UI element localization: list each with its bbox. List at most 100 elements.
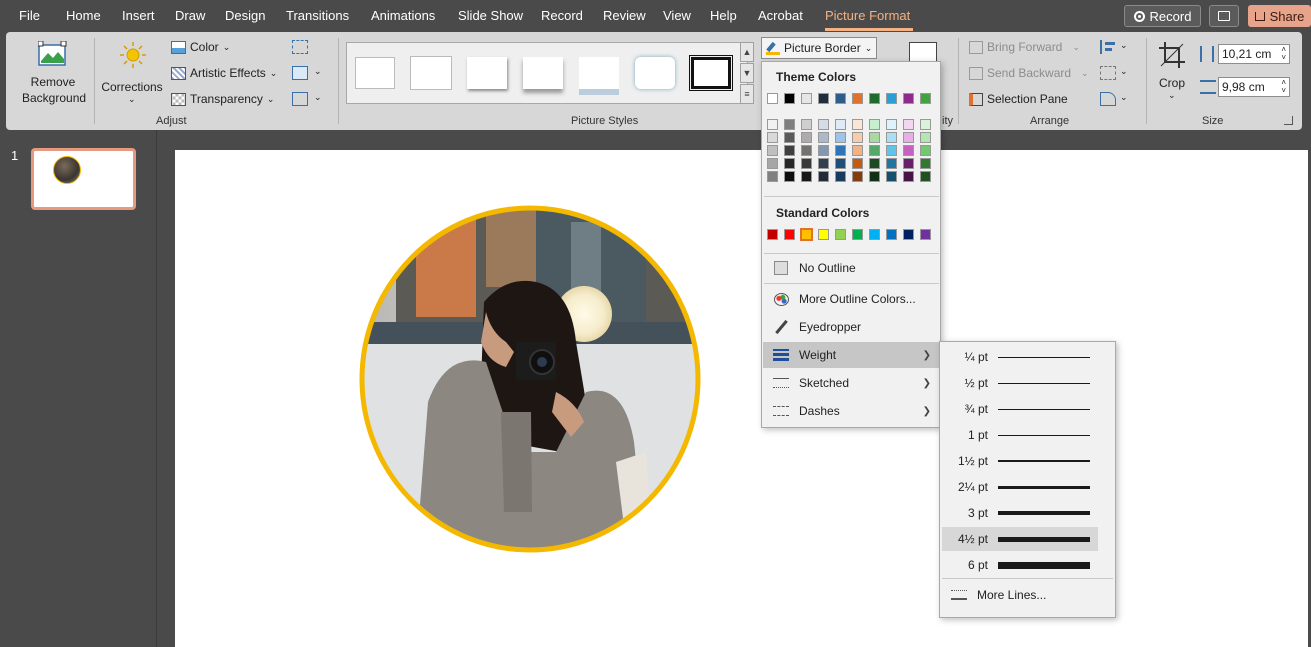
theme-color-shade-swatch[interactable] [767,132,778,143]
height-input[interactable]: 10,21 cm ˄ ˅ [1218,44,1290,64]
transparency-button[interactable]: Transparency ⌄ [171,92,274,106]
theme-color-shade-swatch[interactable] [886,132,897,143]
theme-color-shade-swatch[interactable] [869,119,880,130]
theme-color-shade-swatch[interactable] [835,132,846,143]
standard-color-swatch[interactable] [784,229,795,240]
theme-color-shade-swatch[interactable] [767,158,778,169]
weight-item[interactable]: Weight ❯ [763,342,939,368]
theme-color-shade-swatch[interactable] [784,171,795,182]
no-outline-item[interactable]: No Outline [763,255,939,281]
tab-insert[interactable]: Insert [122,8,155,23]
dashes-item[interactable]: Dashes ❯ [763,398,939,424]
theme-color-shade-swatch[interactable] [852,171,863,182]
theme-color-shade-swatch[interactable] [835,145,846,156]
theme-color-shade-swatch[interactable] [767,145,778,156]
standard-color-swatch[interactable] [920,229,931,240]
color-button[interactable]: Color ⌄ [171,40,230,54]
tab-picture-format[interactable]: Picture Format [825,8,910,23]
eyedropper-item[interactable]: Eyedropper [763,314,939,340]
picture-style-7[interactable] [689,55,733,91]
theme-color-shade-swatch[interactable] [920,145,931,156]
chevron-down-icon[interactable]: ⌄ [314,92,322,103]
theme-color-shade-swatch[interactable] [818,145,829,156]
theme-color-shade-swatch[interactable] [852,145,863,156]
theme-color-shade-swatch[interactable] [784,132,795,143]
slide-thumbnail[interactable] [31,148,136,210]
send-backward-button[interactable]: Send Backward ⌄ [969,66,1089,80]
theme-color-shade-swatch[interactable] [869,145,880,156]
theme-color-shade-swatch[interactable] [801,132,812,143]
size-dialog-launcher-icon[interactable] [1284,116,1293,125]
theme-color-shade-swatch[interactable] [852,132,863,143]
theme-color-shade-swatch[interactable] [818,171,829,182]
circular-picture[interactable] [356,202,704,556]
remove-background-button[interactable]: Remove Background [14,38,92,108]
compress-pictures-icon[interactable] [292,40,308,54]
slide-canvas[interactable] [175,150,1308,647]
theme-color-shade-swatch[interactable] [903,171,914,182]
theme-color-shade-swatch[interactable] [801,119,812,130]
weight-option[interactable]: 3 pt [942,501,1098,525]
tab-transitions[interactable]: Transitions [286,8,349,23]
theme-color-shade-swatch[interactable] [784,119,795,130]
theme-color-shade-swatch[interactable] [835,158,846,169]
theme-color-shade-swatch[interactable] [835,171,846,182]
picture-style-2[interactable] [411,57,451,89]
standard-color-swatch[interactable] [869,229,880,240]
tab-animations[interactable]: Animations [371,8,435,23]
tab-acrobat[interactable]: Acrobat [758,8,803,23]
standard-color-swatch[interactable] [903,229,914,240]
standard-color-swatch[interactable] [835,229,846,240]
theme-color-shade-swatch[interactable] [920,132,931,143]
change-picture-icon[interactable] [292,66,308,80]
theme-color-swatch[interactable] [784,93,795,104]
theme-color-shade-swatch[interactable] [818,132,829,143]
weight-option[interactable]: ¾ pt [942,397,1098,421]
tab-record[interactable]: Record [541,8,583,23]
theme-color-swatch[interactable] [903,93,914,104]
theme-color-shade-swatch[interactable] [903,119,914,130]
gallery-up-arrow[interactable]: ▲ [740,42,754,62]
theme-color-shade-swatch[interactable] [852,158,863,169]
rotate-icon[interactable] [1100,92,1116,106]
spinner-arrows[interactable]: ˄ ˅ [1281,46,1286,62]
theme-color-shade-swatch[interactable] [903,158,914,169]
theme-color-shade-swatch[interactable] [869,132,880,143]
group-icon[interactable] [1100,66,1116,80]
selection-pane-button[interactable]: Selection Pane [969,92,1068,106]
theme-color-shade-swatch[interactable] [869,158,880,169]
tab-file[interactable]: File [19,8,40,23]
standard-color-swatch[interactable] [767,229,778,240]
tab-home[interactable]: Home [66,8,101,23]
standard-color-swatch[interactable] [800,228,813,241]
theme-color-shade-swatch[interactable] [886,145,897,156]
theme-color-shade-swatch[interactable] [886,158,897,169]
weight-option[interactable]: 1 pt [942,423,1098,447]
weight-option[interactable]: 2¼ pt [942,475,1098,499]
tab-design[interactable]: Design [225,8,265,23]
theme-color-shade-swatch[interactable] [920,158,931,169]
theme-color-shade-swatch[interactable] [767,171,778,182]
chevron-down-icon[interactable]: ⌄ [1120,40,1128,51]
theme-color-shade-swatch[interactable] [818,158,829,169]
spinner-arrows[interactable]: ˄ ˅ [1281,79,1286,95]
theme-color-swatch[interactable] [818,93,829,104]
picture-border-button[interactable]: Picture Border ⌄ [761,37,878,59]
chevron-down-icon[interactable]: ⌄ [314,66,322,77]
align-icon[interactable] [1100,40,1116,54]
picture-style-4[interactable] [523,57,563,89]
theme-color-shade-swatch[interactable] [869,171,880,182]
theme-color-shade-swatch[interactable] [784,158,795,169]
gallery-down-arrow[interactable]: ▼ [740,63,754,83]
chevron-down-icon[interactable]: ⌄ [1120,92,1128,103]
sketched-item[interactable]: Sketched ❯ [763,370,939,396]
corrections-button[interactable]: Corrections ⌄ [98,38,166,110]
artistic-effects-button[interactable]: Artistic Effects ⌄ [171,66,277,80]
theme-color-shade-swatch[interactable] [818,119,829,130]
weight-option[interactable]: ½ pt [942,371,1098,395]
theme-color-swatch[interactable] [767,93,778,104]
theme-color-shade-swatch[interactable] [886,119,897,130]
record-button[interactable]: Record [1124,5,1201,27]
crop-button[interactable]: Crop ⌄ [1152,38,1192,110]
width-input[interactable]: 9,98 cm ˄ ˅ [1218,77,1290,97]
